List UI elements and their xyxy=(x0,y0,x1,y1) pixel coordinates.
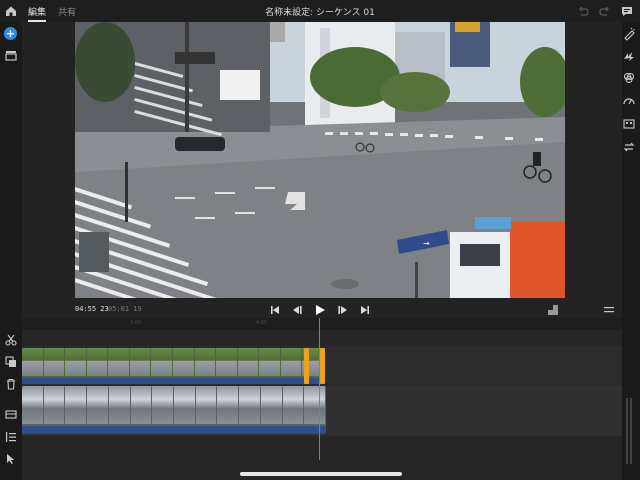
linked-clip[interactable] xyxy=(22,386,326,434)
clip-label-bar xyxy=(22,426,326,434)
video-frame-image: → xyxy=(75,22,565,298)
clip-thumbnail xyxy=(260,386,282,424)
color-icon[interactable] xyxy=(622,71,636,85)
clip-thumbnail xyxy=(280,348,302,376)
timeline-ruler[interactable]: 3:00 4:00 xyxy=(22,318,622,330)
video-clip[interactable] xyxy=(22,348,324,384)
clip-thumbnail xyxy=(216,348,237,376)
clip-thumbnail xyxy=(65,386,87,424)
clip-thumbnail xyxy=(195,386,217,424)
crop-icon[interactable] xyxy=(622,117,636,131)
timeline-panel[interactable] xyxy=(22,330,622,480)
duration-timecode: 05:01 19 xyxy=(108,305,142,313)
clip-thumbnail xyxy=(174,386,195,424)
step-back-icon[interactable] xyxy=(290,303,304,317)
clip-thumbnail xyxy=(217,386,239,424)
clip-thumbnail xyxy=(108,348,129,376)
project-title[interactable]: 名称未設定: シーケンス 01 xyxy=(0,5,640,18)
home-indicator xyxy=(240,472,402,476)
redo-icon[interactable] xyxy=(598,4,612,18)
clip-thumbnail xyxy=(22,348,43,376)
safe-margins-icon[interactable] xyxy=(547,304,559,316)
go-to-end-icon[interactable] xyxy=(358,303,372,317)
delete-icon[interactable] xyxy=(4,377,18,391)
step-forward-icon[interactable] xyxy=(336,303,350,317)
duplicate-icon[interactable] xyxy=(4,355,18,369)
track-height-slider[interactable] xyxy=(626,398,632,464)
undo-icon[interactable] xyxy=(576,4,590,18)
clip-thumbnail xyxy=(239,386,260,424)
selection-tool-icon[interactable] xyxy=(4,452,18,466)
project-panel-icon[interactable] xyxy=(4,48,18,62)
clip-trim-handle-right[interactable] xyxy=(320,348,325,384)
clip-thumbnail xyxy=(237,348,259,376)
clip-label-bar xyxy=(22,378,324,384)
clip-thumbnail xyxy=(129,348,151,376)
transform-icon[interactable] xyxy=(622,140,636,154)
clip-thumbnail xyxy=(108,386,130,424)
audio-meter-icon[interactable] xyxy=(622,94,636,108)
clip-thumbnail xyxy=(282,386,304,424)
clip-thumbnail xyxy=(151,348,172,376)
ruler-label: 4:00 xyxy=(256,320,268,326)
clip-trim-handle-left[interactable] xyxy=(304,348,309,384)
text-list-icon[interactable] xyxy=(4,430,18,444)
add-media-button[interactable]: + xyxy=(4,27,17,40)
frame-size-icon[interactable] xyxy=(4,407,18,421)
clip-thumbnail xyxy=(130,386,152,424)
clip-thumbnail xyxy=(304,386,325,424)
ruler-label: 3:00 xyxy=(130,320,142,326)
clip-thumbnail xyxy=(43,386,65,424)
monitor-menu-icon[interactable] xyxy=(604,306,614,314)
top-bar: 編集 共有 名称未設定: シーケンス 01 xyxy=(0,0,640,22)
clip-thumbnail xyxy=(22,386,43,424)
video-preview[interactable]: → xyxy=(75,22,565,298)
comment-icon[interactable] xyxy=(620,4,634,18)
clip-thumbnail xyxy=(152,386,173,424)
speed-icon[interactable] xyxy=(622,49,636,63)
split-scissors-icon[interactable] xyxy=(4,333,18,347)
clip-thumbnail xyxy=(43,348,65,376)
go-to-start-icon[interactable] xyxy=(268,303,282,317)
street-sign-text: → xyxy=(423,239,430,248)
effects-icon[interactable] xyxy=(622,27,636,41)
playhead[interactable] xyxy=(319,318,320,460)
clip-thumbnail xyxy=(86,348,108,376)
clip-thumbnail xyxy=(87,386,108,424)
clip-thumbnail xyxy=(194,348,216,376)
clip-thumbnail xyxy=(65,348,86,376)
current-timecode[interactable]: 04:55 23 xyxy=(75,305,109,313)
clip-thumbnail xyxy=(259,348,280,376)
play-icon[interactable] xyxy=(313,303,327,317)
clip-thumbnail xyxy=(173,348,194,376)
